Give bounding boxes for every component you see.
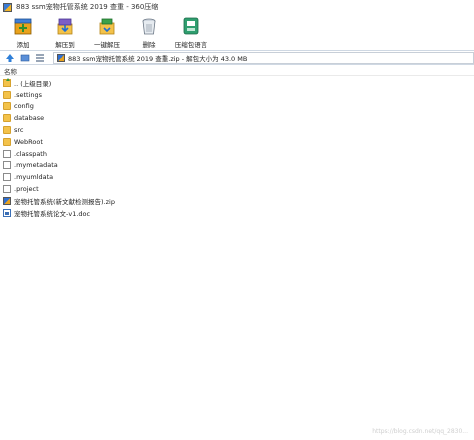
word-document-icon [3, 208, 11, 217]
arrow-up-icon [6, 53, 14, 62]
folder-icon [3, 90, 11, 99]
toolbar: 添加 解压到 一键解压 删除 压缩包语言 [0, 14, 474, 50]
list-item[interactable]: config [0, 101, 474, 113]
list-item-parent-dir[interactable]: .. (上级目录) [0, 77, 474, 89]
extract-to-icon [55, 16, 75, 36]
watermark: https://blog.csdn.net/qq_2830... [372, 428, 468, 435]
file-list: .. (上级目录) .settings config database src … [0, 77, 474, 219]
folder-icon [3, 102, 11, 111]
app-logo-icon [3, 2, 12, 12]
address-bar: 883 ssm宠物托管系统 2019 查重.zip - 解包大小为 43.0 M… [0, 50, 474, 65]
extract-to-button[interactable]: 解压到 [46, 14, 84, 49]
path-text: 883 ssm宠物托管系统 2019 查重.zip - 解包大小为 43.0 M… [68, 54, 248, 63]
archive-language-button[interactable]: 压缩包语言 [172, 14, 210, 49]
archive-language-icon [181, 16, 201, 36]
list-item[interactable]: .classpath [0, 148, 474, 160]
file-icon [3, 149, 11, 158]
list-item[interactable]: src [0, 124, 474, 136]
file-icon [3, 185, 11, 194]
one-click-extract-button[interactable]: 一键解压 [88, 14, 126, 49]
list-item[interactable]: 宠物托管系统(新文献检测报告).zip [0, 195, 474, 207]
zip-archive-icon [57, 53, 65, 62]
list-item[interactable]: .myumldata [0, 171, 474, 183]
list-item[interactable]: 宠物托管系统论文-v1.doc [0, 207, 474, 219]
parent-folder-icon [3, 77, 11, 87]
folder-icon [3, 137, 11, 146]
delete-icon [139, 16, 159, 36]
list-view-icon [36, 53, 44, 62]
up-button[interactable] [4, 52, 16, 64]
folder-icon [3, 126, 11, 135]
add-archive-icon [13, 16, 33, 36]
file-icon [3, 173, 11, 182]
list-item[interactable]: .settings [0, 89, 474, 101]
add-button[interactable]: 添加 [4, 14, 42, 49]
list-item[interactable]: database [0, 112, 474, 124]
list-item[interactable]: .project [0, 183, 474, 195]
view-list-button[interactable] [34, 52, 46, 64]
path-field[interactable]: 883 ssm宠物托管系统 2019 查重.zip - 解包大小为 43.0 M… [53, 51, 474, 64]
thumbnail-view-icon [20, 54, 30, 61]
list-item[interactable]: .mymetadata [0, 160, 474, 172]
list-item[interactable]: WebRoot [0, 136, 474, 148]
delete-button[interactable]: 删除 [130, 14, 168, 49]
file-icon [3, 161, 11, 170]
one-click-extract-icon [97, 16, 117, 36]
view-thumbnail-button[interactable] [19, 52, 31, 64]
column-header-name[interactable]: 名称 [0, 66, 474, 76]
zip-archive-icon [3, 196, 11, 205]
title-bar: 883 ssm宠物托管系统 2019 查重 - 360压缩 [0, 0, 474, 14]
window-title: 883 ssm宠物托管系统 2019 查重 - 360压缩 [16, 3, 159, 11]
folder-icon [3, 114, 11, 123]
